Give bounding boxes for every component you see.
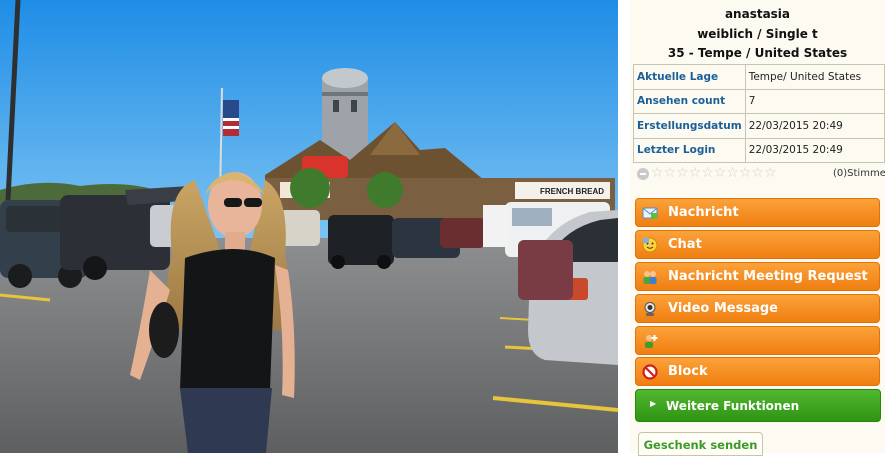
profile-sidebar: anastasia weiblich / Single t 35 - Tempe… [630,0,885,456]
profile-name: anastasia [724,7,791,21]
info-label: Letzter Login [633,137,746,163]
more-functions-button[interactable]: ▶ Weitere Funktionen [635,389,881,422]
tab-send-gift[interactable]: Geschenk senden [638,432,763,456]
block-button[interactable]: Block [635,357,880,386]
action-label: Nachricht Meeting Request [668,269,868,284]
video-message-button[interactable]: Video Message [635,294,880,323]
rating-bar: ☆☆☆☆☆☆☆☆☆☆ (0)Stimmen [635,165,885,183]
more-functions-label: Weitere Funktionen [666,399,800,413]
rating-votes: (0)Stimmen [833,168,885,179]
info-value: Tempe/ United States [744,64,885,90]
profile-age-location: 35 - Tempe / United States [667,46,848,60]
info-row-location: Aktuelle Lage Tempe/ United States [633,64,885,90]
meeting-request-button[interactable]: Nachricht Meeting Request [635,262,880,291]
meeting-request-icon [643,271,657,284]
rating-reset-icon[interactable] [637,168,649,180]
market-sign: FRENCH BREAD [540,187,604,196]
info-row-last-login: Letzter Login 22/03/2015 20:49 [633,137,885,163]
action-label: Video Message [668,301,778,316]
info-value: 7 [744,88,885,114]
webcam-icon [644,302,656,316]
expand-arrow-icon: ▶ [650,399,657,408]
profile-photo[interactable]: FRENCH BREAD [0,0,618,453]
rating-stars[interactable]: ☆☆☆☆☆☆☆☆☆☆ [651,165,777,181]
chat-button[interactable]: Chat [635,230,880,259]
profile-info-table: Aktuelle Lage Tempe/ United States Anseh… [633,64,885,163]
send-message-button[interactable]: Nachricht [635,198,880,227]
info-row-view-count: Ansehen count 7 [633,88,885,114]
info-label: Aktuelle Lage [633,64,746,90]
info-value: 22/03/2015 20:49 [744,137,885,163]
profile-gender-status: weiblich / Single t [697,26,818,41]
action-label: Block [668,364,708,379]
info-label: Ansehen count [633,88,746,114]
info-value: 22/03/2015 20:49 [744,113,885,139]
add-friend-button[interactable] [635,326,880,355]
chat-icon [642,237,658,253]
action-label: Chat [668,237,702,252]
add-friend-icon [645,335,658,348]
info-row-created: Erstellungsdatum 22/03/2015 20:49 [633,113,885,139]
info-label: Erstellungsdatum [633,113,746,139]
message-icon [642,207,658,219]
profile-header: anastasia weiblich / Single t 35 - Tempe… [630,0,885,64]
action-label: Nachricht [668,205,739,220]
block-icon [642,364,658,380]
